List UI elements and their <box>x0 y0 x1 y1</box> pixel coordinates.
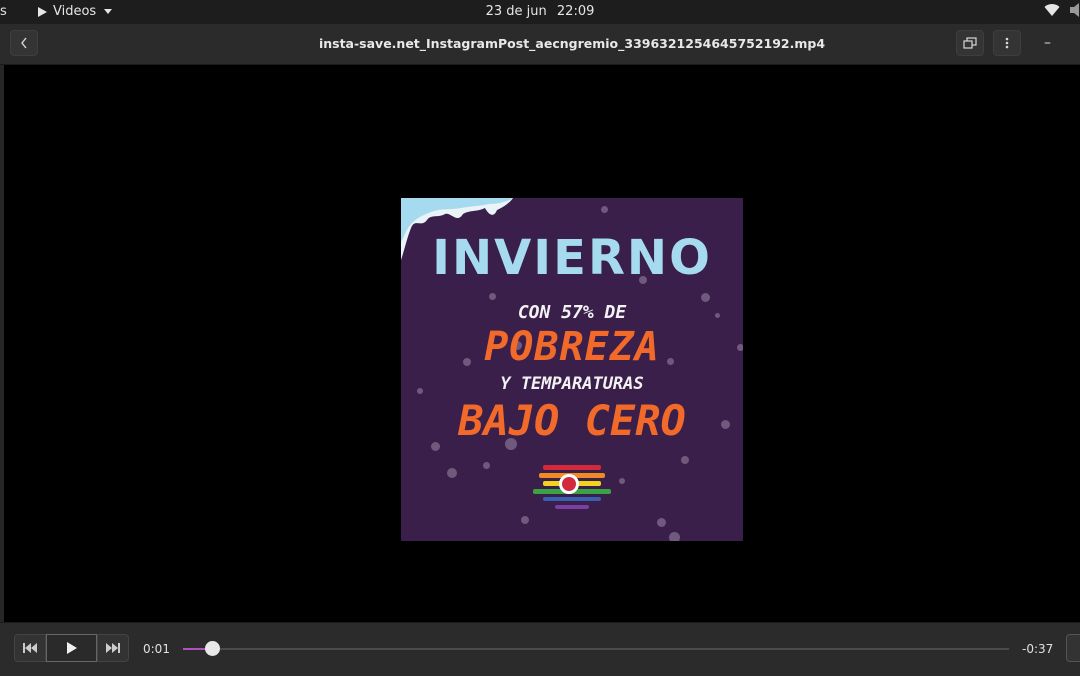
system-top-bar: s Videos 23 de jun 22:09 <box>0 0 1080 24</box>
picture-in-picture-icon <box>963 37 977 49</box>
poster-logo <box>533 465 611 509</box>
previous-button[interactable] <box>14 634 46 662</box>
current-time: 0:01 <box>143 642 170 656</box>
play-button[interactable] <box>46 634 97 662</box>
popout-button[interactable] <box>956 30 984 56</box>
minimize-button[interactable]: – <box>1044 35 1051 51</box>
playback-controls: 0:01 -0:37 <box>0 622 1080 676</box>
poster-title: INVIERNO <box>432 230 712 286</box>
clock-time: 22:09 <box>556 4 595 19</box>
poster-line-1: CON 57% DE <box>517 302 627 323</box>
window-title: insta-save.net_InstagramPost_aecngremio_… <box>318 36 826 51</box>
remaining-time: -0:37 <box>1022 642 1054 656</box>
title-bar: insta-save.net_InstagramPost_aecngremio_… <box>0 24 1080 65</box>
poster-line-3: Y TEMPARATURAS <box>500 374 644 394</box>
system-tray[interactable] <box>1044 3 1080 17</box>
video-frame-poster: INVIERNO CON 57% DE POBREZA Y TEMPARATUR… <box>401 198 743 541</box>
next-button[interactable] <box>97 634 129 662</box>
seek-handle[interactable] <box>204 641 220 656</box>
clock[interactable]: 23 de jun 22:09 <box>0 4 1080 19</box>
play-icon <box>66 642 77 654</box>
poster-line-2: POBREZA <box>484 324 660 370</box>
seek-bar[interactable] <box>183 641 1009 656</box>
volume-icon <box>1070 3 1079 17</box>
poster-line-4: BAJO CERO <box>458 396 686 445</box>
skip-back-icon <box>23 643 37 653</box>
menu-button[interactable] <box>993 30 1021 56</box>
vertical-ellipsis-icon <box>1005 37 1009 49</box>
clock-date: 23 de jun <box>485 4 547 19</box>
wifi-icon <box>1044 4 1060 17</box>
skip-forward-icon <box>106 643 120 653</box>
sidebar-button[interactable] <box>1066 634 1080 662</box>
